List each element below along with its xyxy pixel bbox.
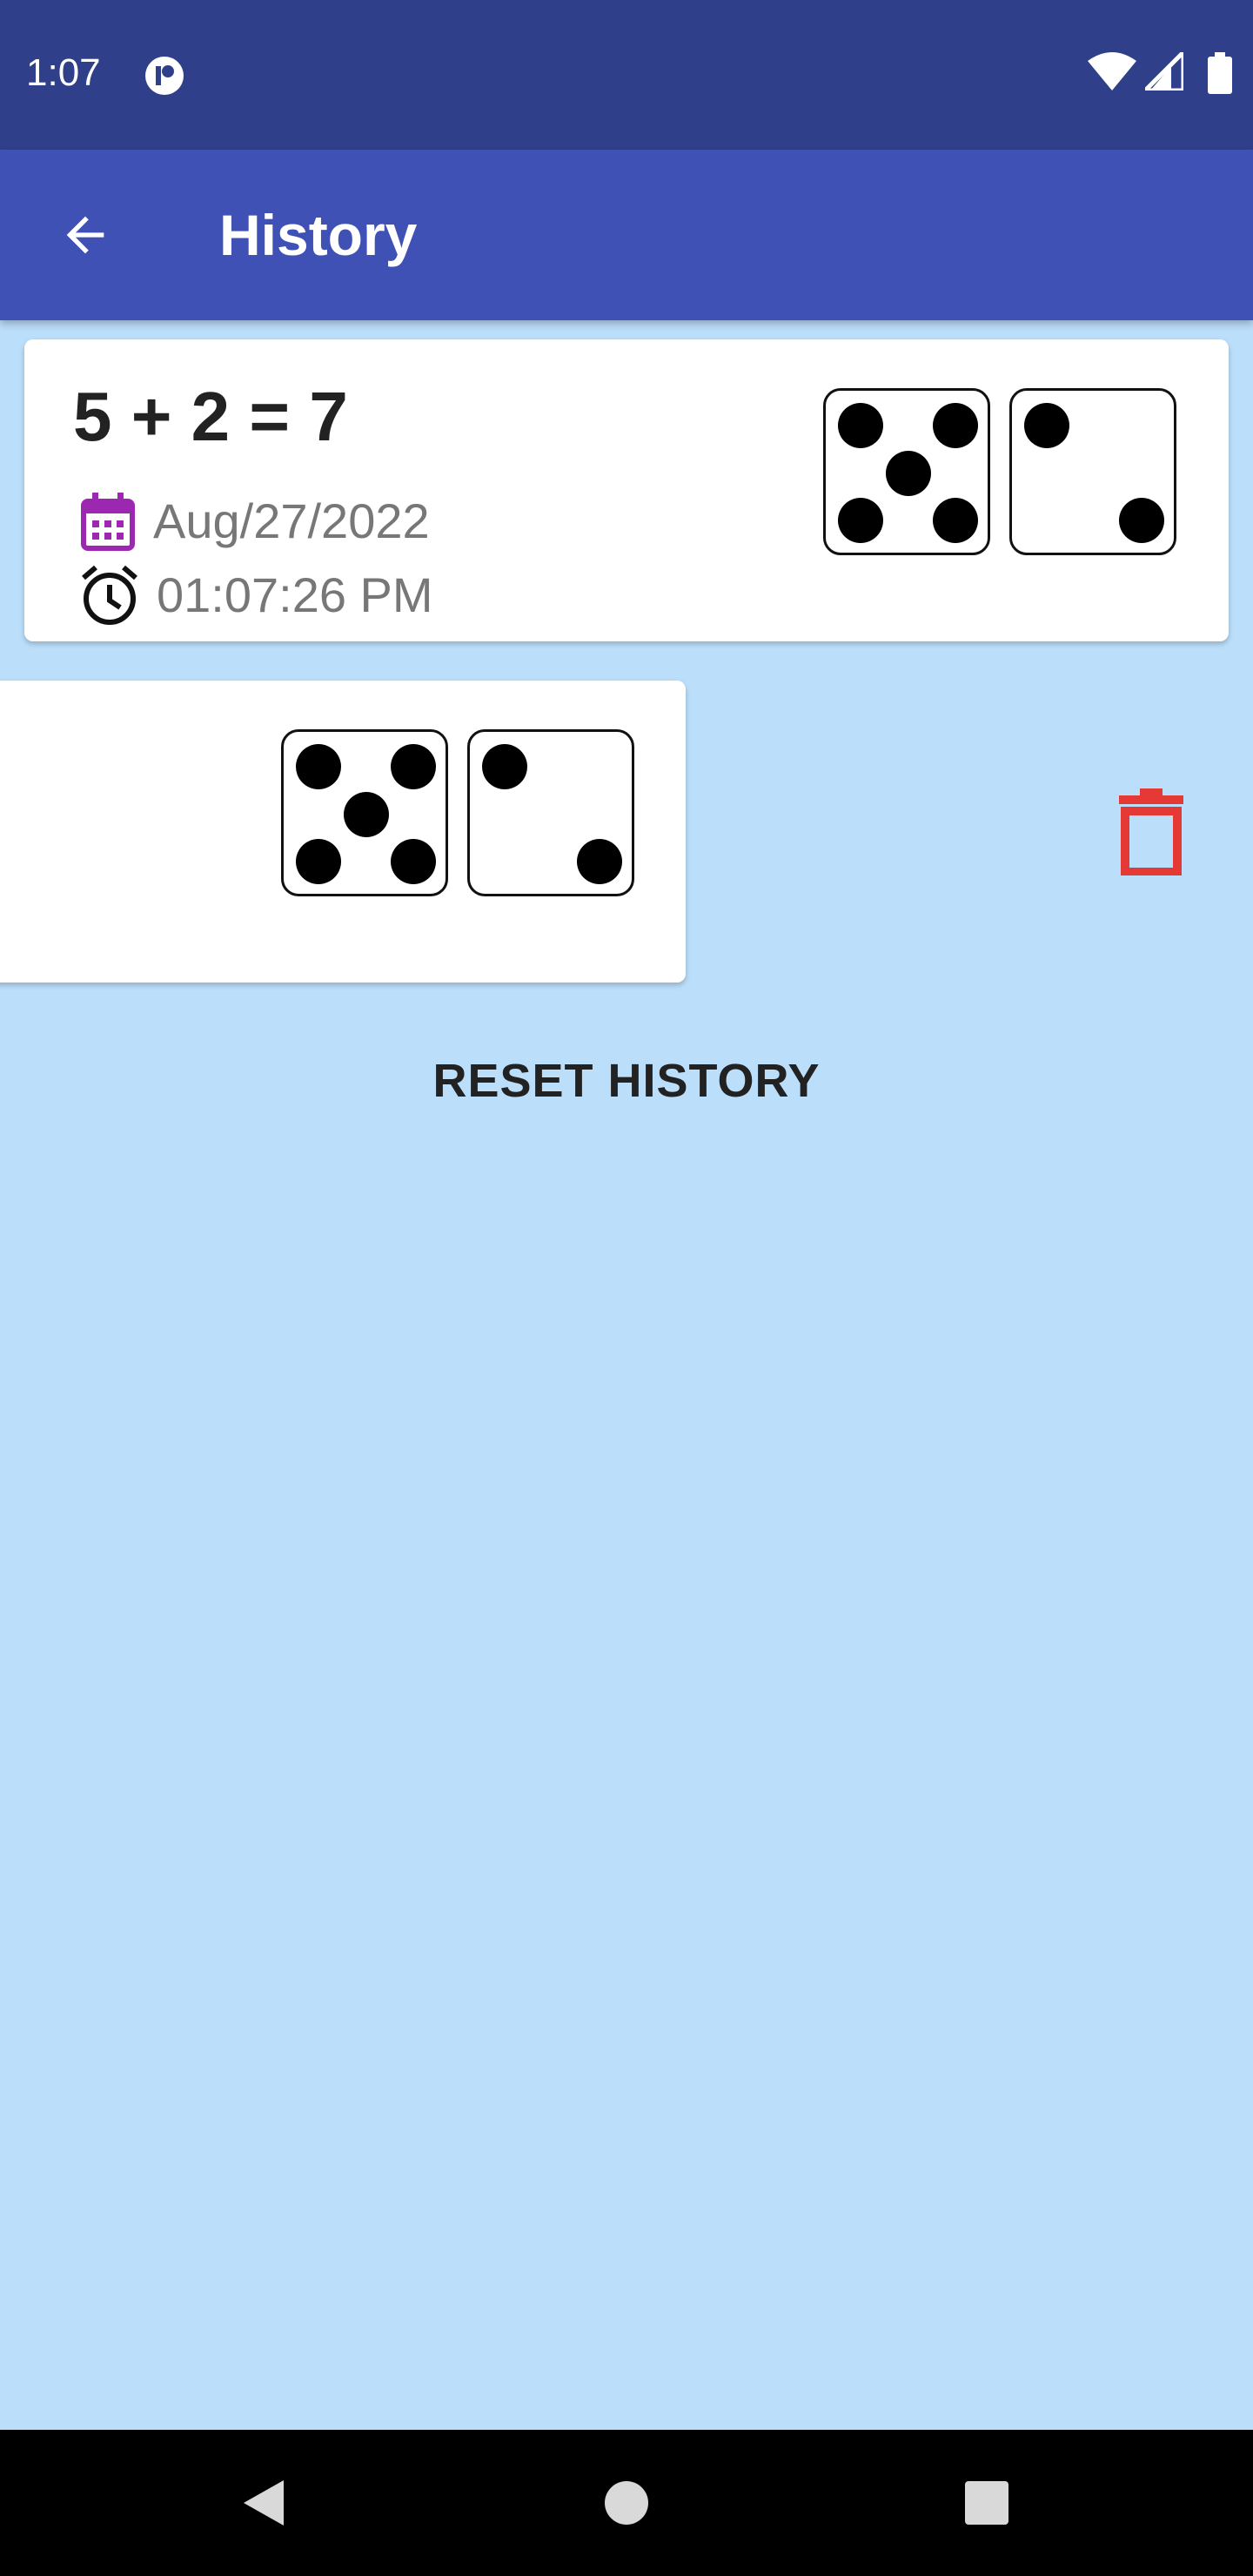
home-circle-icon	[605, 2481, 648, 2525]
pip	[1119, 498, 1164, 543]
pip	[838, 403, 883, 448]
die-two	[467, 729, 634, 896]
battery-icon	[1208, 52, 1232, 94]
wifi-icon	[1088, 52, 1136, 91]
date-row: Aug/27/2022	[80, 491, 430, 552]
app-bar: History	[0, 150, 1253, 320]
back-triangle-icon	[244, 2480, 284, 2526]
die-five	[281, 729, 448, 896]
alarm-clock-icon	[82, 565, 137, 625]
nav-home-button[interactable]	[592, 2468, 661, 2538]
pip	[577, 839, 622, 884]
status-time: 1:07	[26, 51, 101, 94]
status-bar: 1:07	[0, 0, 1253, 150]
pip	[344, 792, 389, 837]
cell-signal-icon	[1145, 52, 1183, 91]
trash-icon	[1119, 788, 1183, 876]
pip	[482, 744, 527, 789]
pip	[886, 451, 931, 496]
time-row: 01:07:26 PM	[80, 564, 433, 627]
die-two	[1009, 388, 1176, 555]
die-five	[823, 388, 990, 555]
arrow-back-icon	[66, 216, 104, 254]
reset-history-button[interactable]: RESET HISTORY	[383, 1044, 870, 1117]
time-text: 01:07:26 PM	[157, 567, 433, 622]
pip	[933, 498, 978, 543]
pip	[296, 744, 341, 789]
nav-back-button[interactable]	[228, 2468, 298, 2538]
pip	[391, 839, 436, 884]
page-title: History	[219, 203, 418, 267]
history-item-swiped[interactable]	[0, 681, 686, 983]
system-nav-bar	[0, 2430, 1253, 2576]
pip	[933, 403, 978, 448]
nav-recents-button[interactable]	[952, 2468, 1022, 2538]
history-item[interactable]: 5 + 2 = 7 Aug/27/2022 01:07:26 PM	[24, 339, 1229, 641]
recents-square-icon	[965, 2481, 1008, 2525]
equation-text: 5 + 2 = 7	[73, 378, 348, 455]
calendar-icon	[81, 493, 135, 551]
pip	[296, 839, 341, 884]
date-text: Aug/27/2022	[153, 493, 430, 548]
pip	[838, 498, 883, 543]
pip	[1024, 403, 1069, 448]
notification-icon	[145, 57, 184, 95]
pip	[391, 744, 436, 789]
back-button[interactable]	[45, 195, 125, 275]
delete-button[interactable]	[1116, 788, 1187, 876]
